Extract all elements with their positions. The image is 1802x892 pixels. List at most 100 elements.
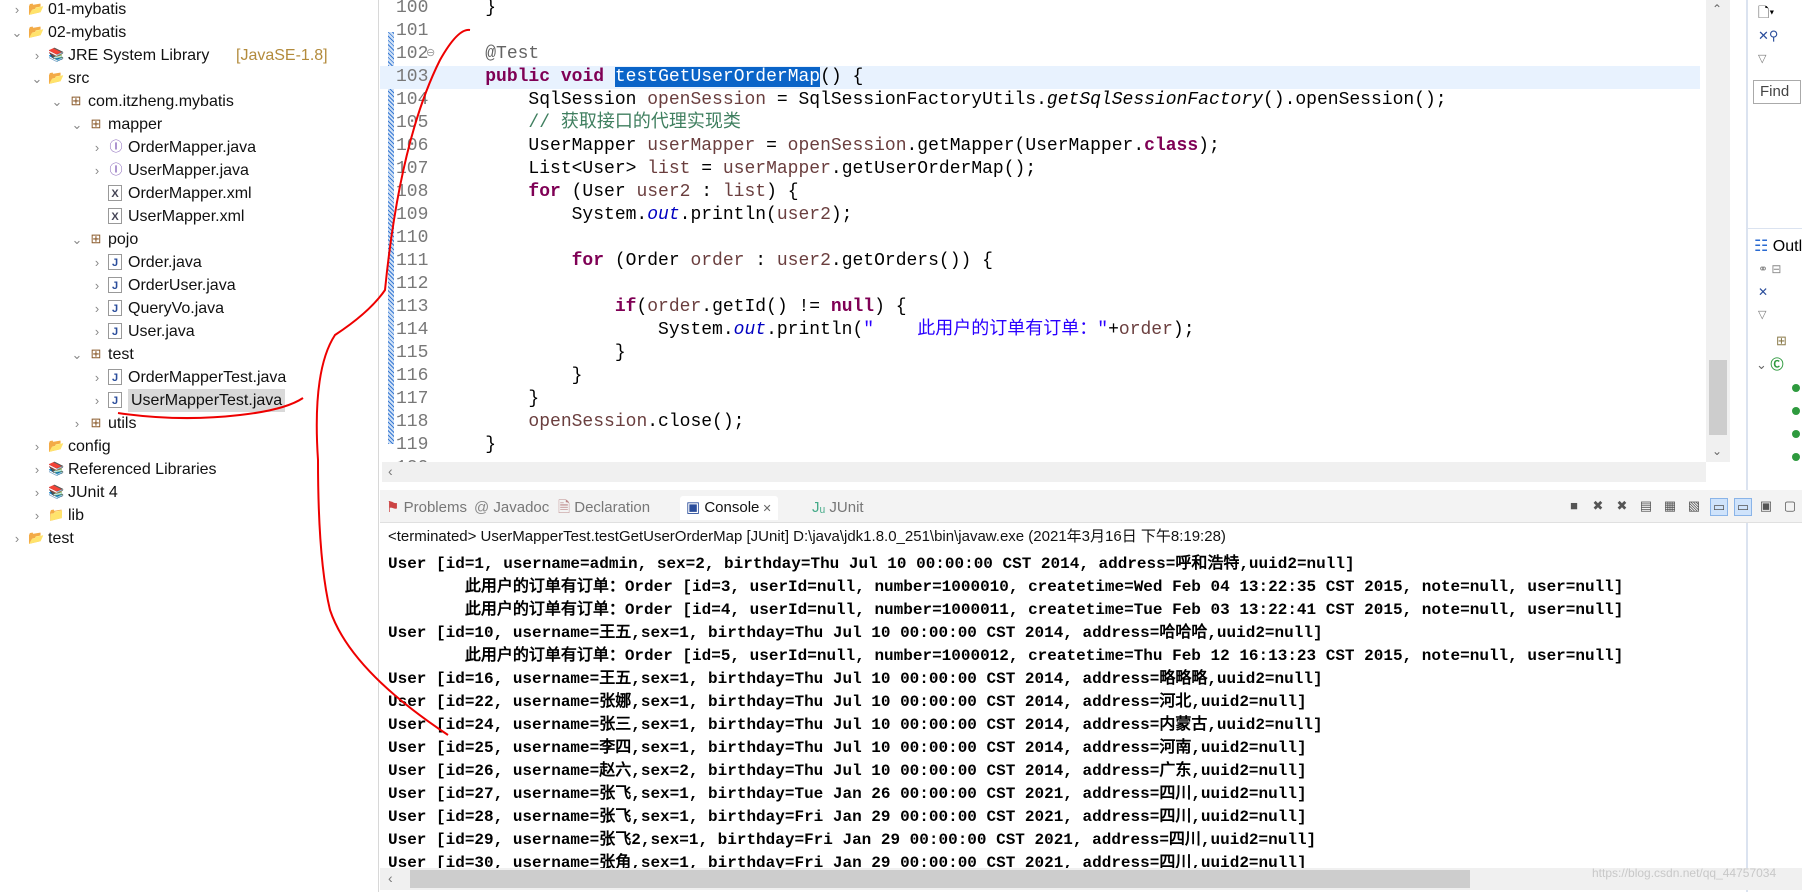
view-menu-icon[interactable]: ▽: [1758, 308, 1766, 321]
tree-item[interactable]: ⌄ 📂 02-mybatis: [0, 21, 378, 44]
chevron-right-icon[interactable]: ›: [10, 527, 24, 550]
scrollbar-thumb[interactable]: [410, 870, 1470, 888]
tree-item[interactable]: ⌄ ⊞ mapper: [0, 113, 378, 136]
chevron-right-icon[interactable]: ›: [90, 159, 104, 182]
tree-item[interactable]: › ⊞ utils: [0, 412, 378, 435]
chevron-right-icon[interactable]: ›: [90, 251, 104, 274]
code-editor[interactable]: 100 } 101 102 ⊖ @Test 103 public void testGe…: [380, 0, 1746, 485]
scroll-up-icon[interactable]: ⌃: [1712, 2, 1722, 16]
chevron-right-icon[interactable]: ›: [90, 366, 104, 389]
scroll-lock-icon[interactable]: ▤: [1638, 498, 1654, 514]
tree-item[interactable]: › 📚 JUnit 4: [0, 481, 378, 504]
tab-declaration[interactable]: 🗎 Declaration: [558, 496, 650, 520]
chevron-right-icon[interactable]: ›: [10, 0, 24, 21]
tab-junit[interactable]: Jᵤ JUnit: [812, 496, 864, 520]
chevron-right-icon[interactable]: ›: [30, 504, 44, 527]
chevron-down-icon[interactable]: ⌄: [50, 90, 64, 113]
chevron-right-icon[interactable]: ›: [90, 320, 104, 343]
code-line[interactable]: 105 // 获取接口的代理实现类: [380, 112, 1700, 135]
display-console-icon[interactable]: ▭: [1734, 498, 1752, 516]
minimize-icon[interactable]: ▢: [1782, 498, 1798, 514]
tree-item[interactable]: › 📚 JRE System Library [JavaSE-1.8]: [0, 44, 378, 67]
code-line[interactable]: 113 if(order.getId() != null) {: [380, 296, 1700, 319]
tree-item[interactable]: › J UserMapperTest.java: [0, 389, 378, 412]
chevron-right-icon[interactable]: ›: [90, 136, 104, 159]
tree-item[interactable]: ⌄ ⊞ com.itzheng.mybatis: [0, 90, 378, 113]
tree-item[interactable]: › Ⓘ OrderMapper.java: [0, 136, 378, 159]
filter-icon[interactable]: ✕⚲: [1758, 28, 1778, 44]
code-line[interactable]: 100 }: [380, 0, 1700, 20]
tree-item[interactable]: X UserMapper.xml: [0, 205, 378, 228]
tree-item[interactable]: ⌄ 📂 src: [0, 67, 378, 90]
tree-item[interactable]: ⌄ ⊞ pojo: [0, 228, 378, 251]
chevron-down-icon[interactable]: ⌄: [70, 228, 84, 251]
tree-item[interactable]: › 📂 test: [0, 527, 378, 550]
code-line[interactable]: 107 List<User> list = userMapper.getUser…: [380, 158, 1700, 181]
chevron-right-icon[interactable]: ›: [30, 435, 44, 458]
pin-console-icon[interactable]: ▭: [1710, 498, 1728, 516]
chevron-right-icon[interactable]: ›: [70, 412, 84, 435]
remove-all-icon[interactable]: ✖: [1614, 498, 1630, 514]
chevron-down-icon[interactable]: ⌄: [70, 113, 84, 136]
chevron-down-icon[interactable]: ⌄: [70, 343, 84, 366]
tree-item[interactable]: ⌄ ⊞ test: [0, 343, 378, 366]
scroll-down-icon[interactable]: ⌄: [1712, 444, 1722, 458]
code-line[interactable]: 114 System.out.println(" 此用户的订单有订单："+ord…: [380, 319, 1700, 342]
code-line[interactable]: 108 for (User user2 : list) {: [380, 181, 1700, 204]
fold-icon[interactable]: ⊖: [426, 43, 435, 66]
new-console-icon[interactable]: ▣: [1758, 498, 1774, 514]
code-line[interactable]: 101: [380, 20, 1700, 43]
outline-tab[interactable]: ☷ Outli: [1754, 236, 1802, 256]
code-line[interactable]: 104 SqlSession openSession = SqlSessionF…: [380, 89, 1700, 112]
tab-javadoc[interactable]: @ Javadoc: [474, 496, 549, 520]
hide-fields-icon[interactable]: ✕: [1758, 285, 1768, 299]
scrollbar-thumb[interactable]: [1709, 360, 1727, 435]
tree-item[interactable]: › J QueryVo.java: [0, 297, 378, 320]
chevron-right-icon[interactable]: ›: [30, 481, 44, 504]
scroll-left-icon[interactable]: ‹: [388, 870, 393, 886]
tree-item[interactable]: › 📁 lib: [0, 504, 378, 527]
view-menu-icon[interactable]: ▽: [1758, 52, 1766, 65]
editor-horizontal-scrollbar[interactable]: ‹: [382, 462, 1706, 482]
tree-item[interactable]: › J Order.java: [0, 251, 378, 274]
new-task-icon[interactable]: 🗋▾: [1758, 2, 1774, 26]
chevron-right-icon[interactable]: ›: [90, 297, 104, 320]
scroll-left-icon[interactable]: ‹: [388, 463, 393, 479]
find-input[interactable]: Find: [1753, 80, 1801, 104]
tree-item[interactable]: › J OrderUser.java: [0, 274, 378, 297]
tab-console[interactable]: ▣ Console ✕: [680, 496, 778, 520]
code-line[interactable]: 111 for (Order order : user2.getOrders()…: [380, 250, 1700, 273]
show-on-output-icon[interactable]: ▧: [1686, 498, 1702, 514]
tree-item[interactable]: › J OrderMapperTest.java: [0, 366, 378, 389]
tree-item[interactable]: › 📚 Referenced Libraries: [0, 458, 378, 481]
tab-problems[interactable]: ⚑ Problems: [386, 496, 467, 520]
tree-item[interactable]: › Ⓘ UserMapper.java: [0, 159, 378, 182]
chevron-right-icon[interactable]: ›: [30, 44, 44, 67]
code-line[interactable]: 119 }: [380, 434, 1700, 457]
console-horizontal-scrollbar[interactable]: ‹: [380, 868, 1802, 890]
chevron-down-icon[interactable]: ⌄: [10, 21, 24, 44]
code-line[interactable]: 103 public void testGetUserOrderMap() {: [380, 66, 1700, 89]
tree-item[interactable]: › 📂 01-mybatis: [0, 0, 378, 21]
chevron-down-icon[interactable]: ⌄: [30, 67, 44, 90]
word-wrap-icon[interactable]: ▦: [1662, 498, 1678, 514]
outline-tools-icon[interactable]: ⚭ ⊟: [1758, 262, 1781, 276]
remove-launch-icon[interactable]: ✖: [1590, 498, 1606, 514]
code-line[interactable]: 112: [380, 273, 1700, 296]
tree-item[interactable]: › 📂 config: [0, 435, 378, 458]
code-line[interactable]: 115 }: [380, 342, 1700, 365]
code-line[interactable]: 110: [380, 227, 1700, 250]
chevron-right-icon[interactable]: ›: [90, 274, 104, 297]
code-line[interactable]: 109 System.out.println(user2);: [380, 204, 1700, 227]
close-icon[interactable]: ✕: [759, 503, 771, 515]
editor-vertical-scrollbar[interactable]: ⌃ ⌄: [1706, 0, 1730, 462]
chevron-right-icon[interactable]: ›: [30, 458, 44, 481]
tree-item[interactable]: › J User.java: [0, 320, 378, 343]
chevron-right-icon[interactable]: ›: [90, 389, 104, 412]
tree-item[interactable]: X OrderMapper.xml: [0, 182, 378, 205]
code-line[interactable]: 116 }: [380, 365, 1700, 388]
terminate-icon[interactable]: ■: [1566, 498, 1582, 514]
code-line[interactable]: 106 UserMapper userMapper = openSession.…: [380, 135, 1700, 158]
class-node[interactable]: ⌄ Ⓒ: [1756, 354, 1784, 373]
code-line[interactable]: 118 openSession.close();: [380, 411, 1700, 434]
